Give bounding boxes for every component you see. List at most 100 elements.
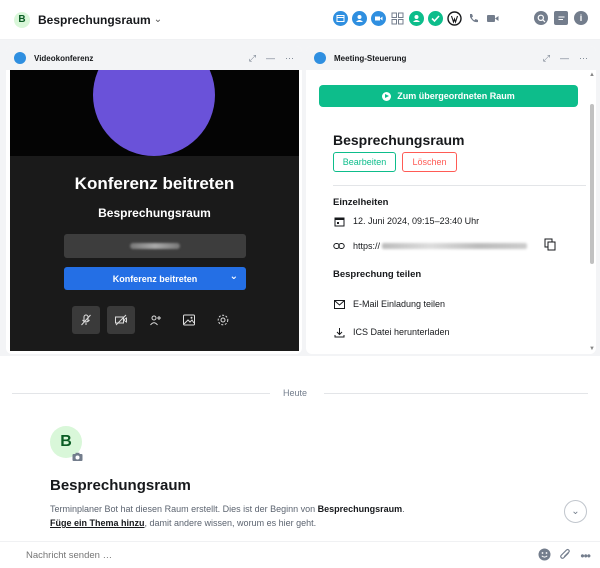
topic-hint: Füge ein Thema hinzu, damit andere wisse… <box>50 518 316 528</box>
conference-room-name: Besprechungsraum <box>98 206 211 220</box>
minimize-icon[interactable]: — <box>560 53 569 64</box>
video-panel-icon <box>14 52 26 64</box>
share-heading: Besprechung teilen <box>333 269 422 280</box>
check-widget-icon[interactable] <box>428 11 443 26</box>
meeting-control-panel: Meeting-Steuerung ⤢ — ··· Zum übergeordn… <box>306 46 596 354</box>
edit-button[interactable]: Bearbeiten <box>333 152 396 172</box>
message-input[interactable] <box>26 550 326 561</box>
download-ics-row[interactable]: ICS Datei herunterladen <box>333 326 450 338</box>
share-email-row[interactable]: E-Mail Einladung teilen <box>333 298 445 310</box>
video-avatar-area <box>10 70 299 156</box>
blurred-meeting-url <box>382 243 528 249</box>
expand-icon[interactable]: ⤢ <box>543 53 550 64</box>
header-right-icons: i <box>534 11 588 25</box>
add-person-icon <box>150 315 161 326</box>
date-divider-line <box>324 393 588 394</box>
created-suffix: . <box>402 504 405 514</box>
parent-room-label: Zum übergeordneten Raum <box>397 91 515 101</box>
date-separator: Heute <box>283 388 308 398</box>
add-topic-link[interactable]: Füge ein Thema hinzu <box>50 518 145 528</box>
meeting-url-row: https:// <box>333 240 528 252</box>
meeting-date: 12. Juni 2024, 09:15–23:40 Uhr <box>353 216 480 226</box>
video-call-icon[interactable] <box>485 11 500 26</box>
join-options-chevron-icon[interactable]: ⌄ <box>230 271 238 282</box>
microphone-off-icon <box>81 314 91 326</box>
mail-icon <box>333 298 345 310</box>
video-preview: Konferenz beitreten Besprechungsraum Kon… <box>10 70 299 351</box>
calendar-icon <box>333 215 345 227</box>
threads-icon[interactable] <box>554 11 568 25</box>
calendar-widget-icon[interactable] <box>333 11 348 26</box>
room-heading: Besprechungsraum <box>50 477 191 494</box>
parent-room-button[interactable]: Zum übergeordneten Raum <box>319 85 578 107</box>
invite-participant-button[interactable] <box>141 306 169 334</box>
more-options-icon[interactable]: ••• <box>580 549 591 563</box>
meeting-url-prefix[interactable]: https:// <box>353 241 380 251</box>
topic-hint-suffix: , damit andere wissen, worum es hier geh… <box>144 518 317 528</box>
room-avatar[interactable]: B <box>14 11 30 28</box>
phone-icon[interactable] <box>466 11 481 26</box>
scrollbar-thumb[interactable] <box>590 104 594 264</box>
panel-scrollbar[interactable]: ▲ ▼ <box>588 70 596 354</box>
gear-icon <box>217 314 229 326</box>
camera-off-icon <box>115 314 127 326</box>
image-icon <box>183 314 195 326</box>
play-icon <box>382 91 392 101</box>
room-header: B Besprechungsraum ⌄ i <box>0 0 600 40</box>
blurred-name <box>130 243 180 249</box>
background-image-button[interactable] <box>175 306 203 334</box>
join-conference-label: Konferenz beitreten <box>112 273 198 284</box>
join-conference-button[interactable]: Konferenz beitreten ⌄ <box>64 267 246 290</box>
info-icon[interactable]: i <box>574 11 588 25</box>
video-conference-panel: Videokonferenz ⤢ — ··· Konferenz beitret… <box>6 46 302 354</box>
panel-header: Videokonferenz ⤢ — ··· <box>6 46 302 70</box>
chevron-down-icon[interactable]: ⌄ <box>154 14 162 25</box>
download-icon <box>333 326 345 338</box>
mute-microphone-button[interactable] <box>72 306 100 334</box>
panel-title: Meeting-Steuerung <box>334 53 407 63</box>
wordpress-widget-icon[interactable] <box>447 11 462 26</box>
conference-heading: Konferenz beitreten <box>74 174 235 193</box>
more-options-icon[interactable]: ··· <box>285 53 294 64</box>
link-icon <box>333 240 345 252</box>
room-created-text: Terminplaner Bot hat diesen Raum erstell… <box>50 504 405 514</box>
created-room-name: Besprechungsraum <box>317 504 403 514</box>
widget-panels: Videokonferenz ⤢ — ··· Konferenz beitret… <box>0 40 600 356</box>
room-name[interactable]: Besprechungsraum <box>38 13 151 27</box>
panel-title: Videokonferenz <box>34 53 94 63</box>
expand-icon[interactable]: ⤢ <box>249 53 256 64</box>
scroll-down-arrow-icon[interactable]: ▼ <box>589 346 595 352</box>
delete-button[interactable]: Löschen <box>402 152 457 172</box>
chevron-down-icon: ⌄ <box>571 506 580 517</box>
date-divider-line <box>12 393 270 394</box>
widget-icon-bar <box>333 11 500 26</box>
video-widget-icon[interactable] <box>371 11 386 26</box>
panel-controls: ⤢ — ··· <box>249 53 294 64</box>
emoji-icon[interactable] <box>538 548 551 564</box>
meeting-date-row: 12. Juni 2024, 09:15–23:40 Uhr <box>333 215 479 227</box>
search-icon[interactable] <box>534 11 548 25</box>
attachment-icon[interactable] <box>559 548 572 564</box>
copy-icon[interactable] <box>544 238 556 254</box>
display-name-input[interactable] <box>64 234 246 258</box>
divider <box>333 185 586 186</box>
meeting-panel-body: Zum übergeordneten Raum Besprechungsraum… <box>306 70 596 354</box>
apps-grid-icon[interactable] <box>390 11 405 26</box>
minimize-icon[interactable]: — <box>266 53 275 64</box>
details-heading: Einzelheiten <box>333 197 389 208</box>
camera-off-button[interactable] <box>107 306 135 334</box>
panel-controls: ⤢ — ··· <box>543 53 588 64</box>
video-settings-button[interactable] <box>209 306 237 334</box>
people-widget-icon[interactable] <box>352 11 367 26</box>
scroll-up-arrow-icon[interactable]: ▲ <box>589 72 595 78</box>
share-email-label: E-Mail Einladung teilen <box>353 299 446 309</box>
created-prefix: Terminplaner Bot hat diesen Raum erstell… <box>50 504 318 514</box>
meeting-panel-icon <box>314 52 326 64</box>
message-composer: ••• <box>0 541 600 568</box>
camera-icon[interactable] <box>72 451 83 461</box>
panel-header: Meeting-Steuerung ⤢ — ··· <box>306 46 596 70</box>
meeting-title: Besprechungsraum <box>333 132 465 148</box>
meeting-widget-icon[interactable] <box>409 11 424 26</box>
jump-to-bottom-button[interactable]: ⌄ <box>564 500 587 523</box>
more-options-icon[interactable]: ··· <box>579 53 588 64</box>
